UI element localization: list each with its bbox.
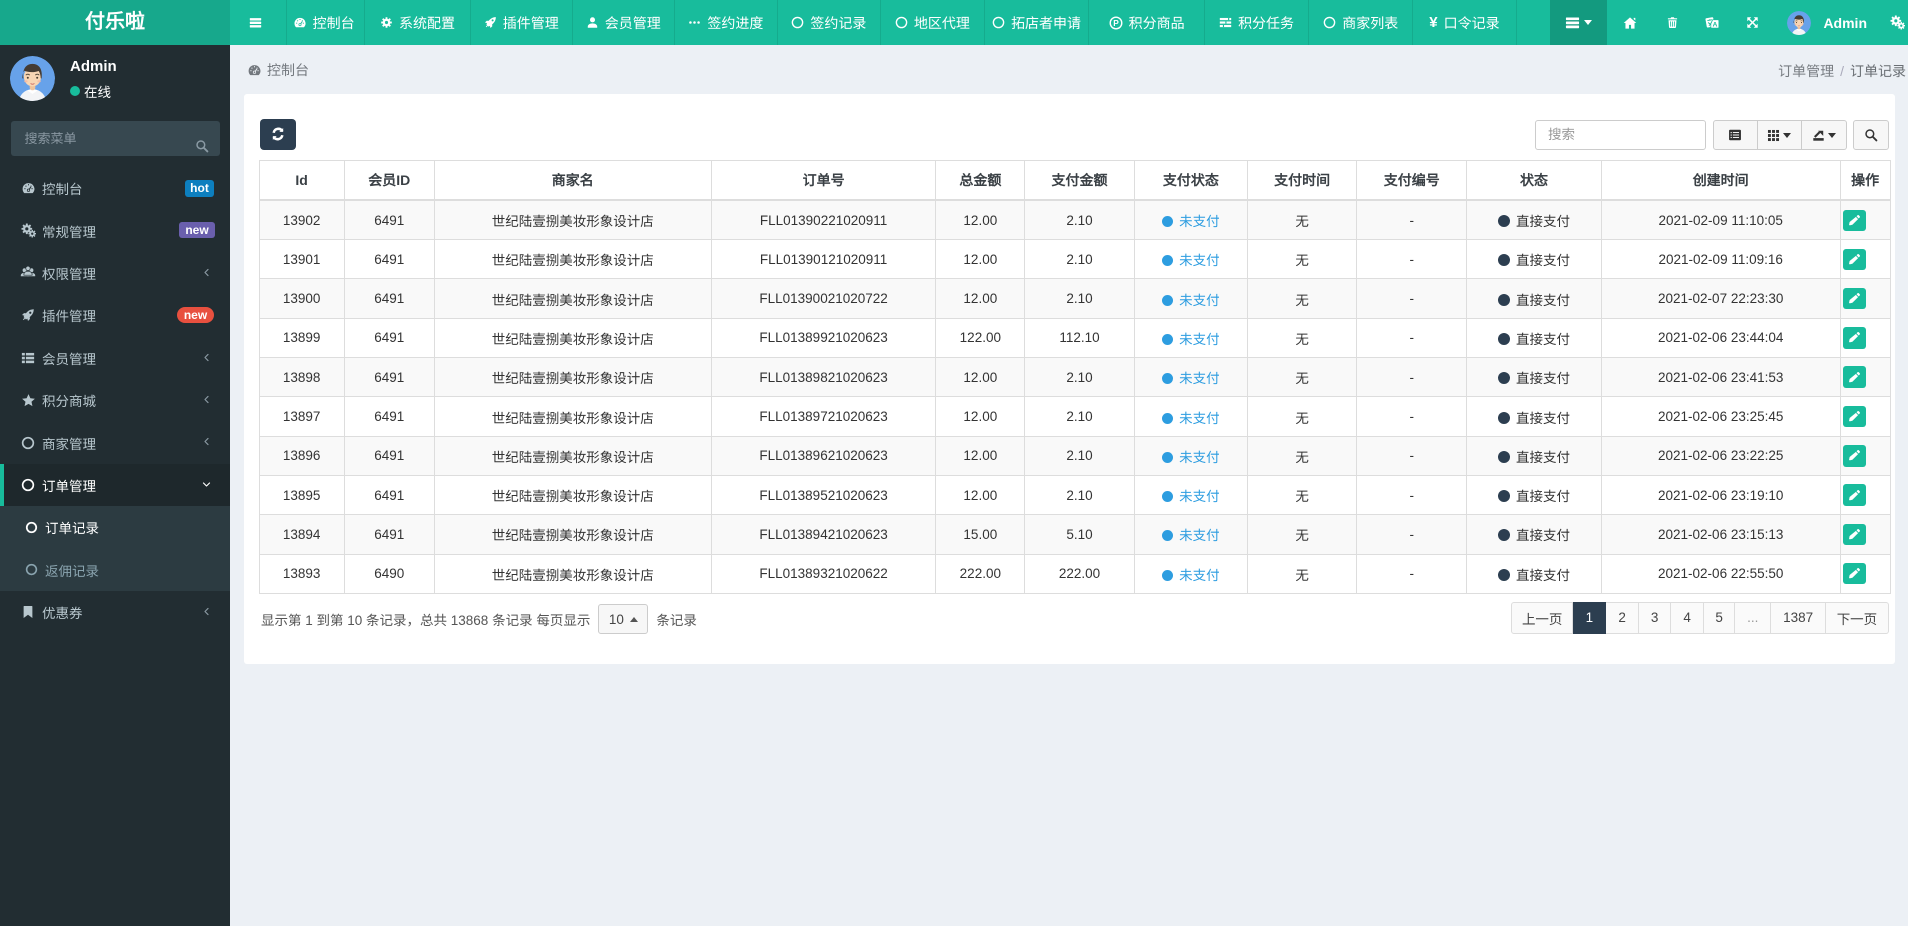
svg-text:A: A — [1713, 21, 1718, 28]
svg-text:P: P — [1113, 17, 1119, 27]
